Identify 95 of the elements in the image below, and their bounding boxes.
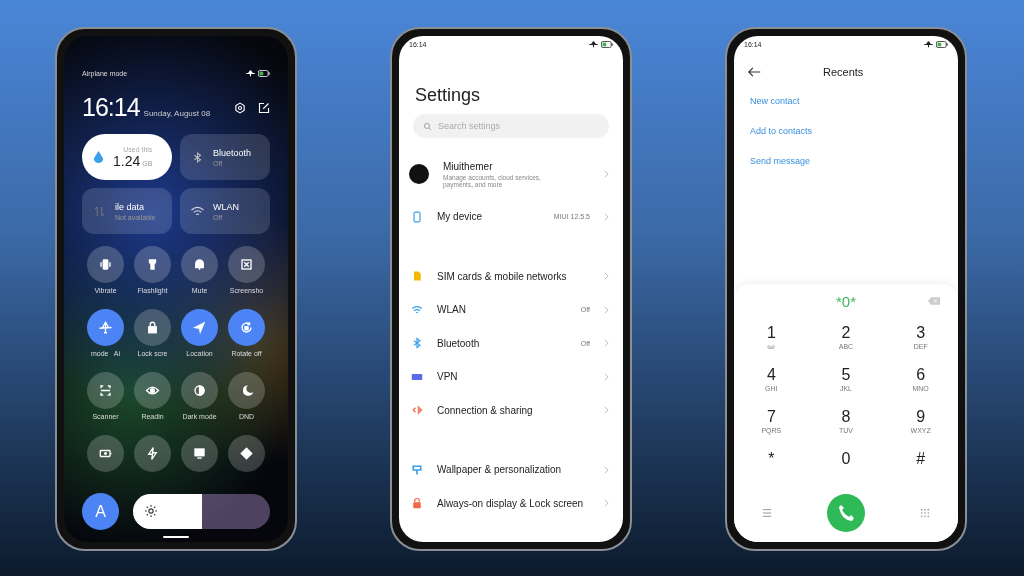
lock-icon <box>145 320 160 335</box>
water-drop-icon <box>92 149 105 165</box>
tile-title: WLAN <box>213 201 239 212</box>
search-icon <box>423 121 432 131</box>
sim-icon <box>411 270 423 283</box>
monitor-icon <box>192 446 207 461</box>
settings-row[interactable]: Always-on display & Lock screen <box>399 486 623 520</box>
bluetooth-icon <box>411 337 423 350</box>
chevron-icon <box>604 406 609 415</box>
airplane-icon <box>924 41 933 48</box>
dial-key[interactable]: 1 <box>734 324 809 366</box>
row-title: Wallpaper & personalization <box>437 464 563 476</box>
airplane-icon <box>589 41 598 48</box>
auto-brightness-button[interactable]: A <box>82 493 119 530</box>
toggle-button[interactable] <box>228 246 265 283</box>
chevron-icon <box>604 465 609 474</box>
rotate-icon <box>239 320 254 335</box>
search-field[interactable]: Search settings <box>413 114 609 138</box>
page-title: Recents <box>823 66 864 78</box>
settings-row[interactable]: VPN <box>399 360 623 394</box>
brightness-slider[interactable] <box>133 494 270 529</box>
chevron-icon <box>604 499 609 508</box>
phone-handset-icon <box>836 503 856 523</box>
toggle-button[interactable] <box>228 309 265 346</box>
toggle-button[interactable] <box>87 372 124 409</box>
bolt-icon <box>145 446 160 461</box>
brush-icon <box>411 463 423 476</box>
toggle-button[interactable] <box>228 435 265 472</box>
toggle-button[interactable] <box>181 246 218 283</box>
row-title: My device <box>437 211 483 223</box>
page-title: Settings <box>415 85 482 106</box>
date-text: Sunday, August 08 <box>143 109 211 118</box>
share-icon <box>411 404 423 417</box>
row-title: VPN <box>437 371 459 383</box>
wifi-icon <box>411 303 423 316</box>
toggle-button[interactable] <box>134 435 171 472</box>
toggle-button[interactable] <box>87 435 124 472</box>
row-title: WLAN <box>437 304 467 316</box>
chevron-icon <box>604 272 609 281</box>
dial-key[interactable]: 0 <box>808 450 884 492</box>
toggle-button[interactable] <box>134 372 171 409</box>
voicemail-icon <box>767 345 776 349</box>
row-title: SIM cards & mobile networks <box>437 270 568 282</box>
dialed-number: *0* <box>836 292 856 310</box>
home-indicator <box>163 536 189 538</box>
airplane-icon <box>246 70 255 77</box>
toggle-button[interactable] <box>228 372 265 409</box>
toggle-button[interactable] <box>181 309 218 346</box>
action-link[interactable]: Add to contacts <box>750 126 813 136</box>
dial-key[interactable]: # <box>883 450 958 492</box>
dial-key[interactable]: * <box>734 450 809 492</box>
toggle-button[interactable] <box>134 309 171 346</box>
chevron-icon <box>604 372 609 381</box>
vibrate-icon <box>98 257 113 272</box>
chevron-icon <box>604 170 609 178</box>
dialpad-icon[interactable] <box>920 508 931 518</box>
sun-icon <box>145 505 157 517</box>
row-title: Connection & sharing <box>437 404 534 416</box>
airplane-icon <box>98 320 113 335</box>
toggle-button[interactable] <box>87 246 124 283</box>
bell-icon <box>192 257 207 272</box>
settings-icon[interactable] <box>234 101 246 114</box>
row-title: Always-on display & Lock screen <box>437 497 585 509</box>
battery-icon <box>258 70 270 77</box>
settings-row[interactable]: SIM cards & mobile networks <box>399 259 623 293</box>
toggle-button[interactable] <box>181 435 218 472</box>
toggle-button[interactable] <box>181 372 218 409</box>
tile-title: ile data <box>115 201 146 212</box>
chevron-icon <box>604 339 609 348</box>
settings-row[interactable]: Connection & sharing <box>399 393 623 427</box>
toggle-button[interactable] <box>134 246 171 283</box>
battery-icon <box>601 41 613 48</box>
call-button[interactable] <box>827 494 865 532</box>
avatar-circle <box>409 164 429 184</box>
phone-icon <box>411 210 423 223</box>
screenshot-icon <box>239 257 254 272</box>
edit-icon[interactable] <box>258 101 270 114</box>
contrast-icon <box>192 383 207 398</box>
battery-icon <box>936 41 948 48</box>
action-link[interactable]: Send message <box>750 156 811 166</box>
toggle-button[interactable] <box>87 309 124 346</box>
row-title: Miuithemer <box>443 160 494 172</box>
chevron-icon <box>604 305 609 314</box>
chevron-icon <box>604 212 609 221</box>
scanner-icon <box>98 383 113 398</box>
row-title: Bluetooth <box>437 337 481 349</box>
location-icon <box>192 320 207 335</box>
usage-value: 1.24 <box>113 152 141 169</box>
back-arrow-icon[interactable] <box>748 67 761 77</box>
clock-time: 16:14 <box>82 93 140 122</box>
padlock-icon <box>411 497 423 510</box>
tile-title: Bluetooth <box>213 147 252 158</box>
action-link[interactable]: New contact <box>750 96 800 106</box>
eye-icon <box>145 383 160 398</box>
settings-row[interactable]: Wallpaper & personalization <box>399 453 623 487</box>
